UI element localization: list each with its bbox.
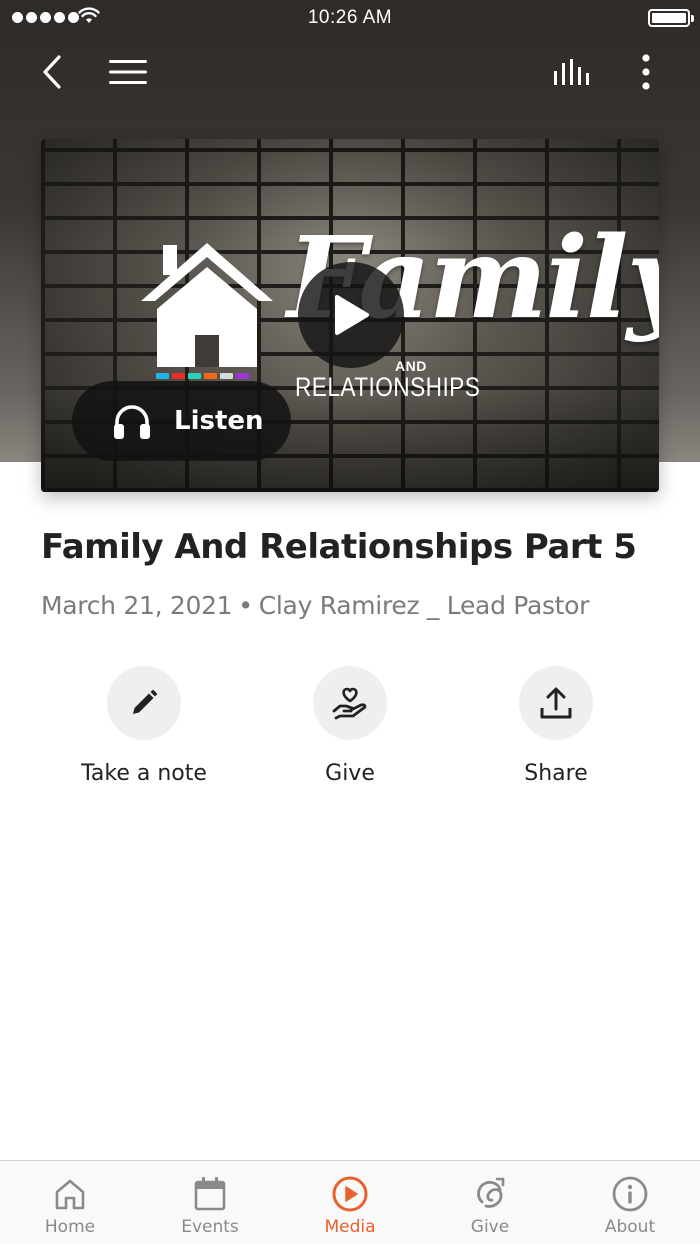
status-bar: 10:26 AM [0, 0, 700, 36]
status-time: 10:26 AM [307, 7, 393, 28]
hamburger-menu-icon [109, 60, 147, 84]
meta-separator: • [238, 591, 253, 620]
give-action-label: Give [325, 761, 375, 786]
sermon-date: March 21, 2021 [41, 591, 233, 620]
bottom-tab-bar: Home Events Media Give About [0, 1160, 700, 1244]
take-note-label: Take a note [81, 761, 207, 786]
share-circle[interactable] [519, 666, 593, 740]
info-icon [611, 1175, 649, 1213]
equalizer-icon [554, 59, 589, 85]
menu-button[interactable] [104, 50, 152, 94]
tab-events-label: Events [181, 1217, 239, 1237]
media-artwork-card[interactable]: Family AND RELATIONSHIPS Listen [41, 139, 659, 492]
tab-media-label: Media [324, 1217, 376, 1237]
back-button[interactable] [32, 50, 72, 94]
play-icon [335, 295, 369, 335]
give-action-circle[interactable] [313, 666, 387, 740]
tab-about[interactable]: About [560, 1161, 700, 1244]
share-label: Share [524, 761, 588, 786]
audio-button[interactable] [548, 50, 596, 94]
headphones-icon [114, 405, 150, 439]
listen-label: Listen [174, 406, 264, 436]
tab-media[interactable]: Media [280, 1161, 420, 1244]
chevron-left-icon [43, 55, 61, 89]
tab-home-label: Home [44, 1217, 96, 1237]
take-note-button[interactable]: Take a note [64, 666, 224, 786]
take-note-circle[interactable] [107, 666, 181, 740]
pencil-icon [133, 690, 157, 714]
more-options-button[interactable] [628, 50, 664, 94]
sermon-speaker: Clay Ramirez _ Lead Pastor [258, 591, 590, 620]
home-icon [51, 1175, 89, 1213]
tab-events[interactable]: Events [140, 1161, 280, 1244]
listen-button[interactable]: Listen [72, 381, 291, 461]
tab-home[interactable]: Home [0, 1161, 140, 1244]
vertical-dots-icon [642, 54, 650, 90]
battery-icon [648, 9, 694, 27]
tab-give[interactable]: Give [420, 1161, 560, 1244]
share-button[interactable]: Share [476, 666, 636, 786]
give-action-button[interactable]: Give [270, 666, 430, 786]
share-upload-icon [540, 687, 572, 719]
sermon-meta: March 21, 2021 • Clay Ramirez _ Lead Pasto… [41, 591, 589, 620]
hand-heart-icon [332, 687, 367, 720]
tab-give-label: Give [470, 1217, 510, 1237]
play-button[interactable] [298, 262, 404, 368]
calendar-icon [191, 1175, 229, 1213]
give-icon [471, 1175, 509, 1213]
house-logo-icon [141, 243, 273, 367]
color-stripe [156, 373, 249, 379]
sermon-title: Family And Relationships Part 5 [41, 527, 637, 567]
tab-about-label: About [604, 1217, 656, 1237]
play-circle-icon [331, 1175, 369, 1213]
artwork-subtitle: RELATIONSHIPS [295, 372, 481, 402]
